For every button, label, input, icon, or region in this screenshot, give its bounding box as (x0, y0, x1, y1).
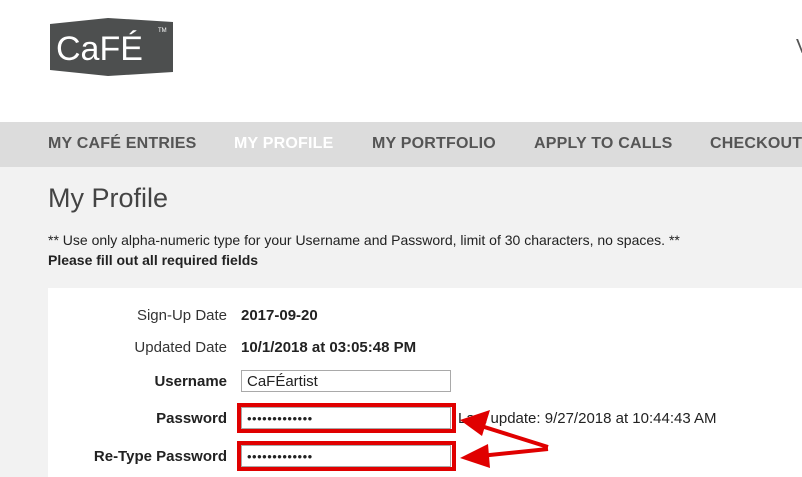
retype-password-label: Re-Type Password (93, 448, 227, 465)
nav-apply-to-calls[interactable]: APPLY TO CALLS (534, 135, 673, 153)
username-password-note: ** Use only alpha-numeric type for your … (48, 232, 680, 248)
main-nav: MY CAFÉ ENTRIES MY PROFILE MY PORTFOLIO … (0, 122, 802, 167)
updated-date-label: Updated Date (134, 339, 227, 356)
required-fields-note: Please fill out all required fields (48, 252, 259, 268)
password-highlight-box (237, 403, 456, 433)
password-last-update: Last update: 9/27/2018 at 10:44:43 AM (458, 410, 717, 427)
retype-password-highlight-box (237, 441, 456, 471)
username-label: Username (154, 373, 227, 390)
signup-date-label: Sign-Up Date (136, 307, 227, 324)
header: CaFÉ TM V (0, 0, 802, 122)
cafe-logo[interactable]: CaFÉ TM (50, 18, 173, 76)
nav-my-cafe-entries[interactable]: MY CAFÉ ENTRIES (48, 135, 197, 153)
password-label: Password (156, 410, 227, 427)
page-title: My Profile (48, 183, 169, 213)
header-edge-text: V (796, 36, 802, 59)
signup-date-value: 2017-09-20 (241, 307, 318, 324)
nav-checkout[interactable]: CHECKOUT (710, 135, 802, 153)
logo-text: CaFÉ (56, 30, 143, 68)
nav-my-profile[interactable]: MY PROFILE (234, 135, 334, 153)
nav-my-portfolio[interactable]: MY PORTFOLIO (372, 135, 496, 153)
username-input[interactable] (241, 370, 451, 392)
logo-trademark: TM (158, 28, 167, 34)
updated-date-value: 10/1/2018 at 03:05:48 PM (241, 339, 417, 356)
